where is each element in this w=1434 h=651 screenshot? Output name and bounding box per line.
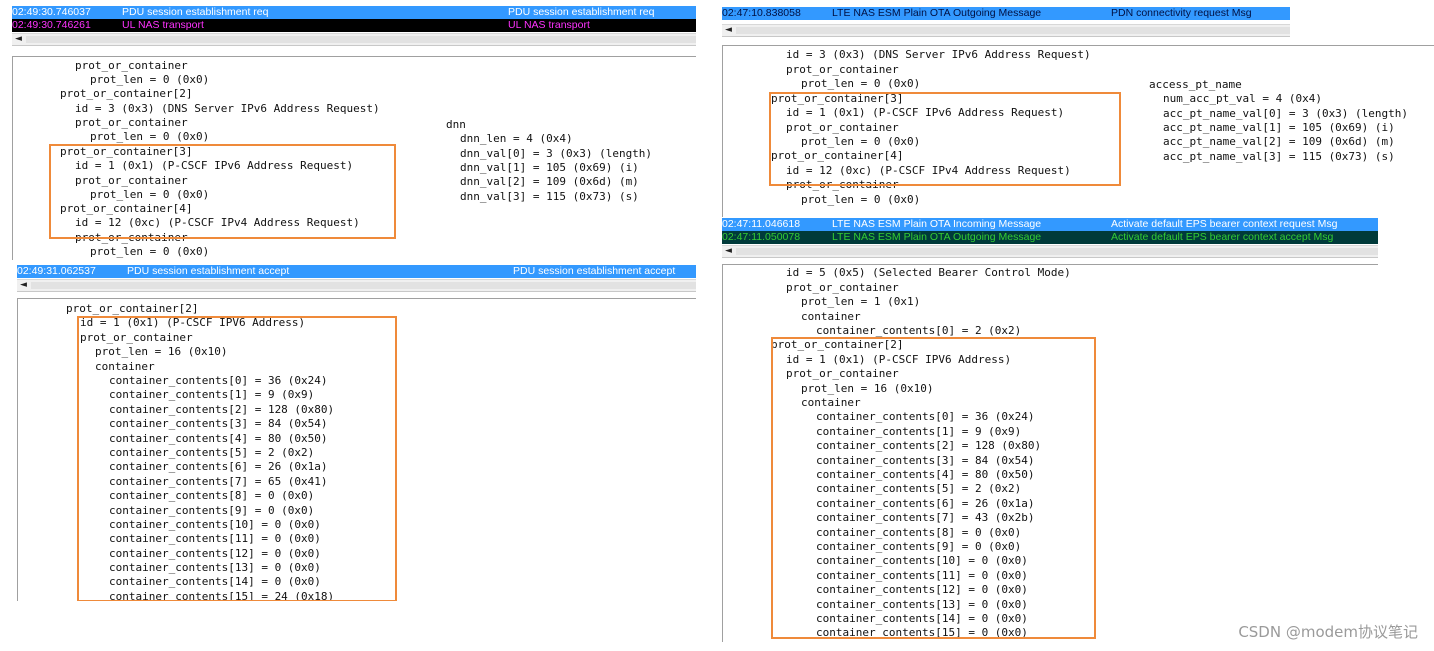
csdn-watermark: CSDN @modem协议笔记 <box>1238 623 1418 641</box>
scroll-left-arrow-icon[interactable]: ◄ <box>18 280 29 291</box>
highlight-box <box>77 316 397 601</box>
apn-line: acc_pt_name_val[1] = 105 (0x69) (i) <box>1163 121 1395 134</box>
dnn-line: dnn_val[0] = 3 (0x3) (length) <box>460 147 653 160</box>
log-row-type: PDU session establishment req <box>122 6 269 18</box>
tree-line: prot_len = 0 (0x0) <box>90 245 210 258</box>
log-row-pdu-session-establishment-req[interactable]: 02:49:30.746037 PDU session establishmen… <box>12 6 696 19</box>
apn-line: acc_pt_name_val[0] = 3 (0x3) (length) <box>1163 107 1409 120</box>
horizontal-scrollbar[interactable]: ◄ <box>12 33 696 46</box>
tree-line: prot_or_container[2] <box>66 302 199 315</box>
log-row-type: UL NAS transport <box>122 19 204 31</box>
scroll-thumb[interactable] <box>31 282 696 289</box>
tree-line: prot_or_container <box>786 281 899 294</box>
tree-line: prot_len = 0 (0x0) <box>90 73 210 86</box>
log-row-summary: PDU session establishment req <box>508 6 655 18</box>
tree-line: container <box>801 310 861 323</box>
tree-line: prot_or_container <box>75 59 188 72</box>
scroll-left-arrow-icon[interactable]: ◄ <box>723 246 734 257</box>
log-row-summary: Activate default EPS bearer context requ… <box>1111 218 1338 230</box>
log-row-time: 02:47:11.046618 <box>722 218 801 230</box>
highlight-box <box>771 337 1096 639</box>
tree-line: id = 5 (0x5) (Selected Bearer Control Mo… <box>786 266 1071 279</box>
bottom-right-panel: 02:47:11.046618 LTE NAS ESM Plain OTA In… <box>722 218 1378 642</box>
tree-line: prot_or_container <box>75 116 188 129</box>
log-row-activate-default-eps-bearer-request[interactable]: 02:47:11.046618 LTE NAS ESM Plain OTA In… <box>722 218 1378 231</box>
tree-line: prot_len = 1 (0x1) <box>801 295 921 308</box>
dnn-line: dnn <box>446 118 466 131</box>
decoded-message-tree[interactable]: id = 5 (0x5) (Selected Bearer Control Mo… <box>722 264 1378 642</box>
top-right-panel: 02:47:10.838058 LTE NAS ESM Plain OTA Ou… <box>722 7 1434 217</box>
tree-line: prot_or_container[2] <box>60 87 193 100</box>
log-row-time: 02:47:11.050078 <box>722 231 801 243</box>
decoded-message-tree[interactable]: prot_or_container prot_len = 0 (0x0) pro… <box>12 56 696 260</box>
tree-line: id = 3 (0x3) (DNS Server IPv6 Address Re… <box>75 102 380 115</box>
apn-line: num_acc_pt_val = 4 (0x4) <box>1163 92 1322 105</box>
horizontal-scrollbar[interactable]: ◄ <box>722 24 1290 37</box>
dnn-line: dnn_val[1] = 105 (0x69) (i) <box>460 161 639 174</box>
dnn-line: dnn_val[3] = 115 (0x73) (s) <box>460 190 639 203</box>
log-row-pdu-session-establishment-accept[interactable]: 02:49:31.062537 PDU session establishmen… <box>17 265 696 278</box>
tree-line: prot_len = 0 (0x0) <box>801 77 921 90</box>
log-row-type: PDU session establishment accept <box>127 265 290 277</box>
bottom-left-panel: 02:49:31.062537 PDU session establishmen… <box>17 265 696 601</box>
tree-line: id = 3 (0x3) (DNS Server IPv6 Address Re… <box>786 48 1091 61</box>
log-row-summary: UL NAS transport <box>508 19 590 31</box>
horizontal-scrollbar[interactable]: ◄ <box>17 279 696 292</box>
top-left-panel: 02:49:30.746037 PDU session establishmen… <box>12 6 696 260</box>
log-row-time: 02:49:30.746037 <box>12 6 91 18</box>
scroll-thumb[interactable] <box>736 248 1378 255</box>
horizontal-scrollbar[interactable]: ◄ <box>722 245 1378 258</box>
scroll-thumb[interactable] <box>26 36 696 43</box>
log-row-type: LTE NAS ESM Plain OTA Incoming Message <box>832 218 1042 230</box>
apn-line: acc_pt_name_val[2] = 109 (0x6d) (m) <box>1163 135 1395 148</box>
log-row-activate-default-eps-bearer-accept[interactable]: 02:47:11.050078 LTE NAS ESM Plain OTA Ou… <box>722 231 1378 244</box>
log-row-time: 02:49:30.746261 <box>12 19 91 31</box>
log-row-type: LTE NAS ESM Plain OTA Outgoing Message <box>832 231 1042 243</box>
scroll-thumb[interactable] <box>736 27 1290 34</box>
log-row-summary: PDU session establishment accept <box>513 265 676 277</box>
dnn-line: dnn_val[2] = 109 (0x6d) (m) <box>460 175 639 188</box>
highlight-box <box>769 92 1121 186</box>
log-row-summary: Activate default EPS bearer context acce… <box>1111 231 1334 243</box>
highlight-box <box>49 144 396 239</box>
scroll-left-arrow-icon[interactable]: ◄ <box>723 25 734 36</box>
tree-line: prot_len = 0 (0x0) <box>801 193 921 206</box>
log-row-time: 02:47:10.838058 <box>722 7 801 19</box>
log-row-pdn-connectivity-request[interactable]: 02:47:10.838058 LTE NAS ESM Plain OTA Ou… <box>722 7 1290 20</box>
log-row-type: LTE NAS ESM Plain OTA Outgoing Message <box>832 7 1042 19</box>
decoded-message-tree[interactable]: prot_or_container[2] id = 1 (0x1) (P-CSC… <box>17 298 696 601</box>
tree-line: prot_or_container <box>786 63 899 76</box>
log-row-summary: PDN connectivity request Msg <box>1111 7 1252 19</box>
log-row-ul-nas-transport[interactable]: 02:49:30.746261 UL NAS transport UL NAS … <box>12 19 696 32</box>
dnn-line: dnn_len = 4 (0x4) <box>460 132 573 145</box>
tree-line: container_contents[0] = 2 (0x2) <box>816 324 1022 337</box>
scroll-left-arrow-icon[interactable]: ◄ <box>13 34 24 45</box>
apn-line: access_pt_name <box>1149 78 1242 91</box>
decoded-message-tree[interactable]: id = 3 (0x3) (DNS Server IPv6 Address Re… <box>722 45 1434 217</box>
tree-line: prot_len = 0 (0x0) <box>90 130 210 143</box>
apn-line: acc_pt_name_val[3] = 115 (0x73) (s) <box>1163 150 1395 163</box>
log-row-time: 02:49:31.062537 <box>17 265 96 277</box>
